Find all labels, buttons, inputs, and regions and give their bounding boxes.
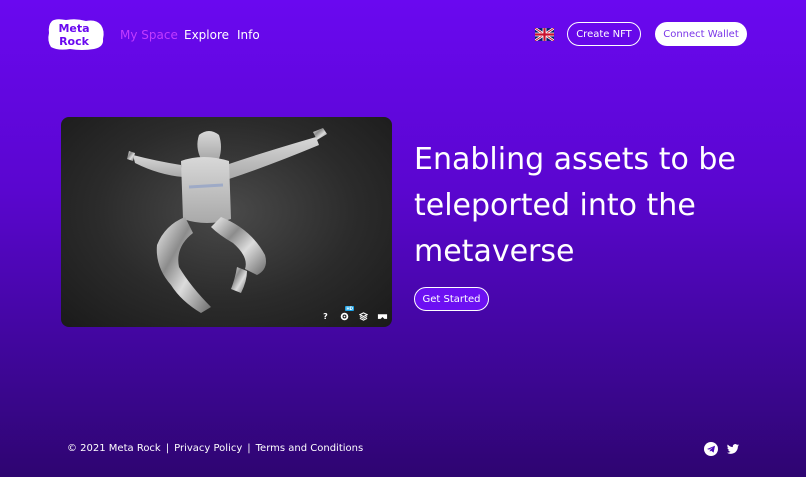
- top-navigation: Meta Rock My Space Explore Info Create N…: [0, 0, 806, 70]
- nav-explore[interactable]: Explore: [184, 27, 229, 43]
- layers-icon[interactable]: [358, 311, 369, 322]
- vr-icon[interactable]: [377, 311, 388, 322]
- hd-badge: HD: [345, 306, 354, 311]
- hero-line-3: metaverse: [414, 234, 575, 269]
- privacy-policy-link[interactable]: Privacy Policy: [174, 443, 242, 454]
- hero-heading: Enabling assets to be teleported into th…: [414, 137, 754, 275]
- create-nft-button[interactable]: Create NFT: [567, 22, 641, 46]
- hero-line-2: teleported into the: [414, 188, 696, 223]
- svg-text:Rock: Rock: [59, 35, 90, 48]
- settings-icon[interactable]: HD: [339, 306, 354, 322]
- terms-link[interactable]: Terms and Conditions: [256, 443, 364, 454]
- connect-wallet-button[interactable]: Connect Wallet: [655, 22, 747, 46]
- footer-separator: |: [247, 443, 251, 454]
- 3d-model-viewer[interactable]: ? HD: [61, 117, 392, 327]
- nav-my-space[interactable]: My Space: [120, 27, 178, 43]
- help-icon[interactable]: ?: [320, 311, 331, 322]
- footer-separator: |: [165, 443, 170, 454]
- footer-links: © 2021 Meta Rock | Privacy Policy | Term…: [67, 443, 363, 454]
- viewer-toolbar: ? HD: [320, 306, 388, 322]
- nav-info[interactable]: Info: [237, 27, 260, 43]
- meta-rock-logo[interactable]: Meta Rock: [46, 17, 106, 51]
- uk-flag-icon[interactable]: [535, 28, 554, 41]
- svg-text:Meta: Meta: [58, 22, 89, 35]
- jumping-avatar-model: [127, 128, 327, 313]
- hero-line-1: Enabling assets to be: [414, 142, 736, 177]
- copyright-text: © 2021 Meta Rock: [67, 443, 161, 454]
- telegram-icon[interactable]: [704, 442, 718, 456]
- twitter-icon[interactable]: [726, 442, 740, 456]
- get-started-button[interactable]: Get Started: [414, 287, 489, 311]
